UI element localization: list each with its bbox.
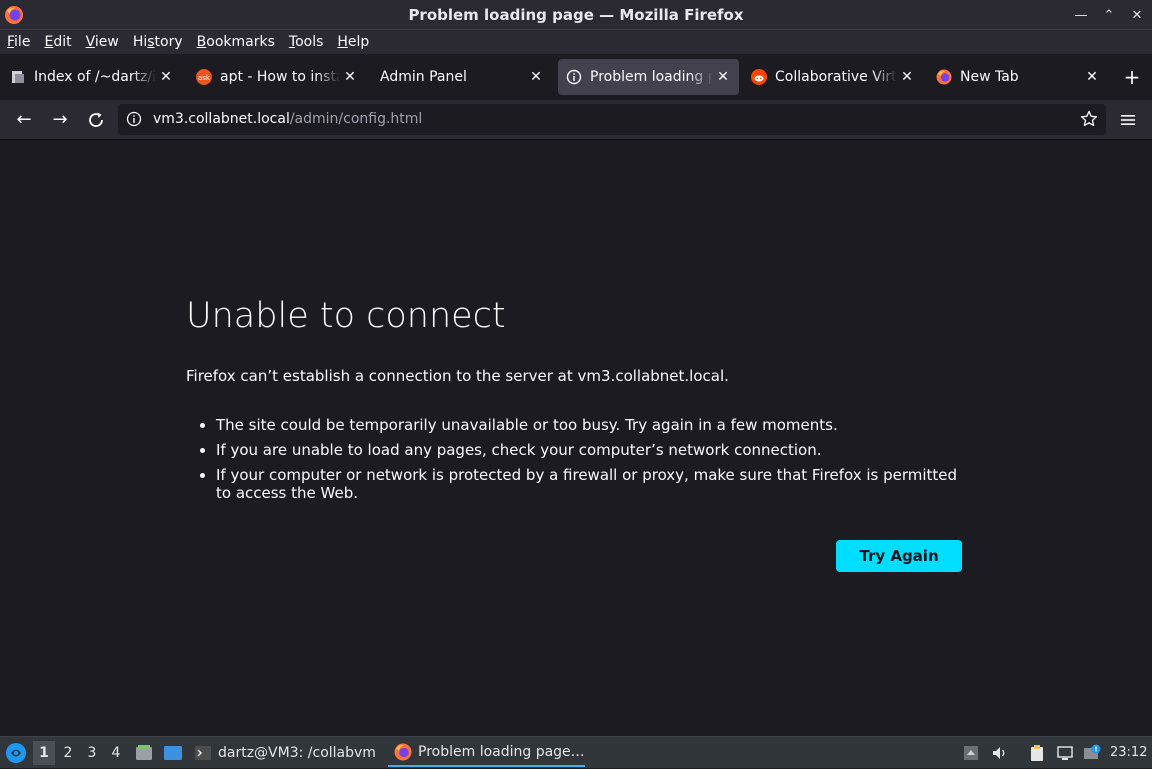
- menu-view[interactable]: View: [79, 30, 126, 54]
- show-desktop-icon[interactable]: [163, 743, 183, 763]
- menu-file[interactable]: File: [0, 30, 37, 54]
- taskbar: 1 2 3 4 dartz@VM3: /collabvm Problem loa…: [0, 736, 1152, 768]
- tab-problem-loading-page[interactable]: Problem loading page ✕: [558, 59, 739, 95]
- forward-button[interactable]: →: [48, 108, 72, 132]
- page-content: Unable to connect Firefox can’t establis…: [0, 140, 1152, 736]
- task-terminal[interactable]: dartz@VM3: /collabvm: [194, 739, 376, 767]
- tray-expand-icon[interactable]: [962, 744, 980, 762]
- window-titlebar: Problem loading page — Mozilla Firefox —…: [0, 0, 1152, 30]
- notifications-icon[interactable]: [1083, 744, 1101, 762]
- app-menu-icon[interactable]: [1118, 108, 1138, 132]
- tab-collaborative-virtual[interactable]: Collaborative Virtual ✕: [743, 59, 923, 95]
- tab-close-button[interactable]: ✕: [899, 69, 915, 85]
- info-icon: [566, 69, 582, 85]
- list-item: The site could be temporarily unavailabl…: [216, 416, 976, 434]
- error-title: Unable to connect: [186, 296, 506, 336]
- tab-index-of-dartz[interactable]: Index of /~dartz/iso ✕: [2, 59, 182, 95]
- menu-history[interactable]: History: [126, 30, 190, 54]
- maximize-button[interactable]: ⌃: [1102, 8, 1116, 23]
- menu-bookmarks[interactable]: Bookmarks: [190, 30, 282, 54]
- network-icon[interactable]: [1056, 744, 1074, 762]
- tab-admin-panel[interactable]: Admin Panel ✕: [372, 59, 552, 95]
- menu-help[interactable]: Help: [330, 30, 376, 54]
- volume-icon[interactable]: [991, 744, 1009, 762]
- tab-apt-how-to-install[interactable]: ask apt - How to install ✕: [188, 59, 366, 95]
- workspace-4[interactable]: 4: [105, 741, 127, 765]
- minimize-button[interactable]: —: [1074, 8, 1088, 23]
- url-text[interactable]: vm3.collabnet.local/admin/config.html: [153, 104, 422, 135]
- tab-new-tab[interactable]: New Tab ✕: [928, 59, 1108, 95]
- start-menu-icon[interactable]: [5, 742, 27, 764]
- reload-icon[interactable]: [84, 108, 108, 132]
- reddit-icon: [751, 69, 767, 85]
- workspace-1[interactable]: 1: [33, 741, 55, 765]
- tab-close-button[interactable]: ✕: [1084, 69, 1100, 85]
- error-description: Firefox can’t establish a connection to …: [186, 367, 729, 385]
- svg-text:ask: ask: [198, 74, 211, 82]
- back-button[interactable]: ←: [12, 108, 36, 132]
- firefox-icon: [394, 743, 412, 761]
- directory-icon: [12, 71, 24, 83]
- site-info-icon[interactable]: [126, 111, 142, 127]
- clock[interactable]: 23:12: [1110, 737, 1147, 769]
- new-tab-button[interactable]: +: [1120, 62, 1144, 92]
- list-item: If your computer or network is protected…: [216, 466, 976, 502]
- workspace-2[interactable]: 2: [57, 741, 79, 765]
- task-firefox[interactable]: Problem loading page…: [388, 739, 585, 767]
- workspace-3[interactable]: 3: [81, 741, 103, 765]
- tab-strip: Index of /~dartz/iso ✕ ask apt - How to …: [0, 54, 1152, 100]
- menu-bar: File Edit View History Bookmarks Tools H…: [0, 30, 1152, 54]
- tab-close-button[interactable]: ✕: [158, 69, 174, 85]
- url-bar[interactable]: vm3.collabnet.local/admin/config.html: [118, 104, 1106, 135]
- tab-close-button[interactable]: ✕: [715, 69, 731, 85]
- tab-close-button[interactable]: ✕: [342, 69, 358, 85]
- tab-close-button[interactable]: ✕: [528, 69, 544, 85]
- menu-tools[interactable]: Tools: [282, 30, 331, 54]
- close-button[interactable]: ✕: [1130, 8, 1144, 23]
- try-again-button[interactable]: Try Again: [836, 540, 962, 572]
- bookmark-star-icon[interactable]: [1080, 110, 1098, 128]
- file-manager-icon[interactable]: [134, 743, 154, 763]
- terminal-icon: [195, 746, 211, 760]
- askubuntu-icon: ask: [196, 69, 212, 85]
- window-title: Problem loading page — Mozilla Firefox: [408, 6, 744, 24]
- clipboard-icon[interactable]: [1028, 744, 1046, 762]
- error-suggestions: The site could be temporarily unavailabl…: [186, 416, 976, 509]
- firefox-icon: [936, 69, 952, 85]
- navigation-toolbar: ← → vm3.collabnet.local/admin/config.htm…: [0, 100, 1152, 140]
- list-item: If you are unable to load any pages, che…: [216, 441, 976, 459]
- menu-edit[interactable]: Edit: [37, 30, 78, 54]
